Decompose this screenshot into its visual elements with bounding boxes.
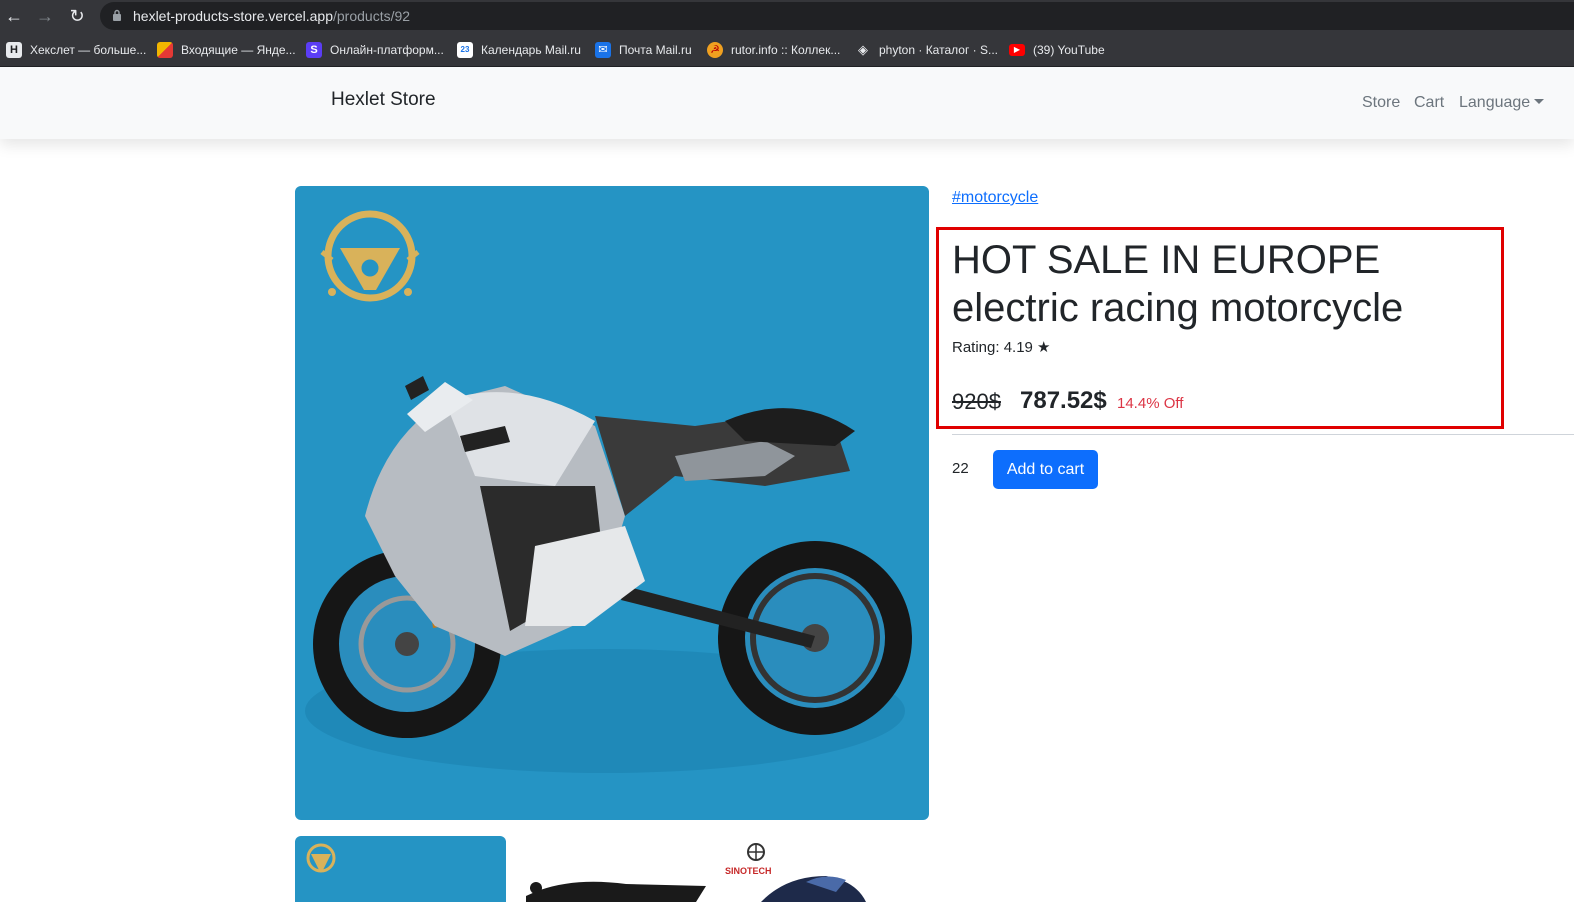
- stock-count: 22: [952, 460, 969, 477]
- bookmark-rutor[interactable]: ☭ rutor.info :: Коллек...: [707, 40, 840, 60]
- product-thumbnails: SINOTECH: [295, 836, 929, 902]
- bookmark-label: phyton · Каталог · S...: [879, 43, 998, 57]
- brand-emblem-icon: [320, 210, 420, 302]
- thumb-brand-text: SINOTECH: [725, 866, 772, 876]
- rear-wheel-icon: [718, 541, 912, 735]
- current-price: 787.52$: [1020, 387, 1107, 414]
- language-label: Language: [1459, 94, 1531, 111]
- bookmarks-bar: H Хекслет — больше... Входящие — Янде...…: [0, 33, 1574, 67]
- url-host: hexlet-products-store.vercel.app: [133, 8, 333, 24]
- product-main-image[interactable]: [295, 186, 929, 820]
- bookmark-label: Входящие — Янде...: [181, 43, 296, 57]
- hexlet-favicon-icon: H: [6, 42, 22, 58]
- sinotech-logo-icon: [747, 843, 765, 861]
- product-rating: Rating: 4.19 ★: [952, 339, 1051, 356]
- bookmark-mail[interactable]: ✉ Почта Mail.ru: [595, 40, 692, 60]
- url-text[interactable]: hexlet-products-store.vercel.app/product…: [133, 8, 410, 24]
- bookmark-catalog[interactable]: ◈ phyton · Каталог · S...: [855, 40, 998, 60]
- old-price: 920$: [952, 389, 1001, 414]
- back-arrow-icon[interactable]: ←: [3, 5, 25, 27]
- thumbnail-1[interactable]: [295, 836, 506, 902]
- motorcycle-image: [305, 210, 912, 773]
- bookmark-label: Почта Mail.ru: [619, 43, 692, 57]
- nav-store-link[interactable]: Store: [1362, 94, 1400, 112]
- calendar-favicon-icon: 23: [457, 42, 473, 58]
- bookmark-label: rutor.info :: Коллек...: [731, 43, 841, 57]
- bookmark-label: Календарь Mail.ru: [481, 43, 581, 57]
- bookmark-label: Онлайн-платформ...: [330, 43, 444, 57]
- thumb-emblem-icon: [306, 843, 336, 873]
- rutor-favicon-icon: ☭: [707, 42, 723, 58]
- category-tag-link[interactable]: #motorcycle: [952, 189, 1038, 207]
- bookmark-platform[interactable]: S Онлайн-платформ...: [306, 40, 444, 60]
- bookmark-label: Хекслет — больше...: [30, 43, 147, 57]
- bookmark-calendar[interactable]: 23 Календарь Mail.ru: [457, 40, 581, 60]
- bookmark-yandex-mail[interactable]: Входящие — Янде...: [157, 40, 296, 60]
- bookmark-hexlet[interactable]: H Хекслет — больше...: [6, 40, 146, 60]
- youtube-favicon-icon: ▶: [1009, 44, 1025, 56]
- reload-icon[interactable]: ↻: [66, 5, 88, 27]
- thumb-motorcycles-image: SINOTECH: [526, 843, 866, 902]
- nav-cart-link[interactable]: Cart: [1414, 94, 1444, 112]
- catalog-favicon-icon: ◈: [858, 42, 868, 57]
- skillbox-favicon-icon: S: [306, 42, 322, 58]
- site-navbar: Hexlet Store Store Cart Language: [0, 67, 1574, 139]
- product-title: HOT SALE IN EUROPE electric racing motor…: [952, 238, 1404, 330]
- divider: [952, 434, 1574, 435]
- discount-badge: 14.4% Off: [1117, 395, 1184, 412]
- bookmark-youtube[interactable]: ▶ (39) YouTube: [1009, 40, 1105, 60]
- yandex-mail-favicon-icon: [157, 42, 173, 58]
- add-to-cart-button[interactable]: Add to cart: [993, 450, 1098, 489]
- mail-favicon-icon: ✉: [595, 42, 611, 58]
- url-path: /products/92: [333, 8, 411, 24]
- browser-toolbar: ← → ↻ hexlet-products-store.vercel.app/p…: [0, 0, 1574, 33]
- forward-arrow-icon[interactable]: →: [34, 5, 56, 27]
- bookmark-label: (39) YouTube: [1033, 43, 1105, 57]
- thumbnail-2[interactable]: SINOTECH: [506, 836, 929, 902]
- nav-language-dropdown[interactable]: Language: [1459, 94, 1545, 112]
- caret-down-icon: [1534, 99, 1545, 104]
- brand-logo[interactable]: Hexlet Store: [331, 89, 436, 111]
- lock-icon: [113, 9, 121, 21]
